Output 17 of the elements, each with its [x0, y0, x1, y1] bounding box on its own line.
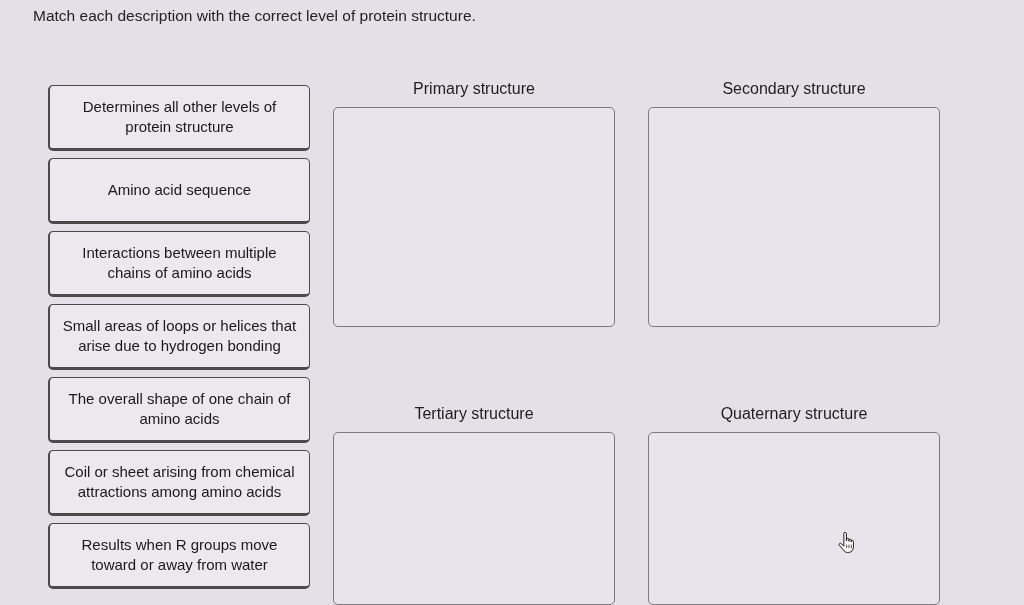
answer-card[interactable]: The overall shape of one chain of amino acids — [48, 377, 310, 443]
zone-label: Tertiary structure — [414, 404, 534, 424]
answer-card[interactable]: Determines all other levels of protein structure — [48, 85, 310, 151]
zone-label: Primary structure — [413, 79, 535, 99]
instruction-text: Match each description with the correct level of protein structure. — [33, 6, 476, 26]
zone-label: Quaternary structure — [720, 404, 868, 424]
answer-card[interactable]: Coil or sheet arising from chemical attractions among amino acids — [48, 450, 310, 516]
answer-box[interactable] — [333, 107, 615, 327]
zone-label: Secondary structure — [722, 79, 866, 99]
answer-card[interactable]: Results when R groups move toward or away from water — [48, 523, 310, 589]
answer-box[interactable] — [333, 432, 615, 605]
answer-box[interactable] — [648, 107, 940, 327]
answer-card[interactable]: Interactions between multiple chains of amino acids — [48, 231, 310, 297]
answer-card[interactable]: Amino acid sequence — [48, 158, 310, 224]
answer-card[interactable]: Small areas of loops or helices that arise due to hydrogen bonding — [48, 304, 310, 370]
hand-cursor-icon — [838, 532, 854, 553]
answer-box[interactable] — [648, 432, 940, 605]
